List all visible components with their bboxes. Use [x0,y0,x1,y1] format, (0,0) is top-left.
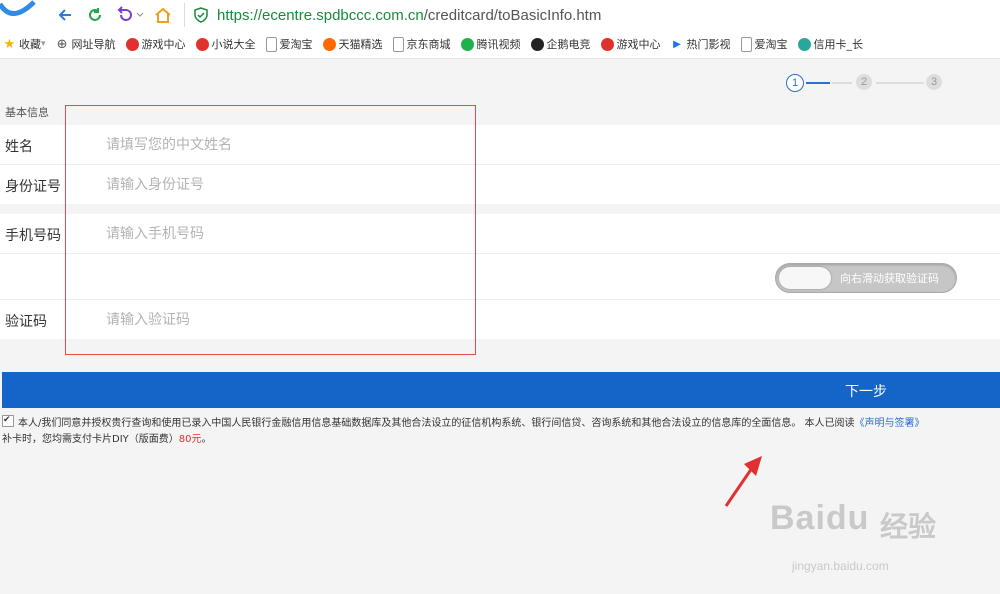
id-label: 身份证号 [5,179,61,195]
statement-link[interactable]: 《声明与签署》 [855,418,925,429]
phone-row: 手机号码 [0,214,1000,254]
agreement: 本人/我们同意并授权贵行查询和使用已录入中国人民银行金融信用信息基础数据库及其他… [2,412,1000,448]
refresh-icon [89,8,101,21]
watermark-brand: Baidu [770,499,870,537]
agreement-text: 本人/我们同意并授权贵行查询和使用已录入中国人民银行金融信用信息基础数据库及其他… [18,418,855,429]
crop-icon [797,37,811,51]
phone-label: 手机号码 [5,228,61,244]
fee-text: 补卡时，您均需支付卡片DIY（版面费） [2,434,179,445]
bookmark-label: 信用卡_长 [813,38,864,51]
name-row: 姓名 [0,125,1000,165]
game-icon [125,37,139,51]
baidu-watermark: Baidu 经验 jingyan.baidu.com [770,499,1000,594]
step-line [876,82,924,84]
bookmark-label: 爱淘宝 [754,38,788,51]
bookmark-label: 热门影视 [686,38,731,51]
refresh-button[interactable] [84,4,106,26]
bookmark-item[interactable]: ⊕ 网址导航 [56,36,116,52]
next-step-button[interactable]: 下一步 [2,372,1000,408]
watermark-url: jingyan.baidu.com [792,559,889,573]
gamepad-icon [600,37,614,51]
id-number-input[interactable] [100,175,472,195]
code-label: 验证码 [5,314,47,330]
bookmark-item[interactable]: 信用卡_长 [797,36,864,52]
step-line-active [806,82,830,84]
url-text: https://ecentre.spdbccc.com.cn/creditcar… [217,6,602,24]
bookmark-item[interactable]: 小说大全 [195,36,256,52]
watermark-brand-cn: 经验 [880,510,937,543]
bookmark-label: 企鹅电竞 [546,38,591,51]
address-bar[interactable]: https://ecentre.spdbccc.com.cn/creditcar… [184,3,1000,27]
browser-logo-icon [0,0,36,16]
bookmark-item[interactable]: 游戏中心 [125,36,186,52]
red-arrow-annotation-icon [724,456,762,507]
bookmark-item[interactable]: 京东商城 [392,36,451,52]
book-icon [195,37,209,51]
step-1: 1 [786,74,804,92]
bookmark-label: 京东商城 [406,38,451,51]
undo-button[interactable] [113,4,147,26]
tmall-icon [322,37,336,51]
bookmark-item[interactable]: 爱淘宝 [740,36,788,52]
slide-verify-button[interactable]: 向右滑动获取验证码 [775,263,957,293]
undo-icon [117,6,144,21]
phone-input[interactable] [100,224,472,244]
play-icon: ▶ [673,38,681,50]
verification-code-input[interactable] [100,310,472,330]
step-line [832,82,852,84]
agree-checkbox[interactable] [2,412,14,428]
id-row: 身份证号 [0,165,1000,204]
back-button[interactable] [54,4,76,26]
name-input[interactable] [100,135,472,155]
page-icon [265,36,277,52]
penguin-icon [530,37,544,51]
bookmark-label: 天猫精选 [338,38,383,51]
page-content: 1 2 3 基本信息 姓名 身份证号 手机号码 向右滑动获取验证码 验证码 下一… [0,59,1000,573]
code-row: 验证码 [0,300,1000,339]
slider-text: 向右滑动获取验证码 [840,272,939,285]
home-button[interactable] [152,4,174,26]
bookmark-label: 游戏中心 [141,38,186,51]
page-icon [740,36,752,52]
fee-suffix: 。 [201,434,212,445]
bookmarks-bar: ★ 收藏 ▾ ⊕ 网址导航 游戏中心 小说大全 爱淘宝 天猫精选 京东商城 腾讯视频 企鹅电竞 游戏中… [0,30,1000,59]
back-arrow-icon [58,9,71,21]
bookmark-label: 网址导航 [71,38,116,51]
bookmark-item[interactable]: 腾讯视频 [460,36,521,52]
bookmark-item[interactable]: ▶ 热门影视 [671,36,731,52]
bookmark-label: 腾讯视频 [476,38,521,51]
step-indicator: 1 2 3 [786,74,946,94]
bookmark-item[interactable]: ★ 收藏 ▾ [3,36,46,52]
bookmark-label: 爱淘宝 [279,38,313,51]
step-3: 3 [926,74,942,90]
globe-icon: ⊕ [56,36,68,52]
bookmark-item[interactable]: 游戏中心 [600,36,661,52]
slider-knob[interactable] [779,267,831,289]
page-icon [392,36,404,52]
video-icon [460,37,474,51]
home-icon [155,7,171,23]
bookmark-label: 收藏 [19,38,41,51]
bookmark-item[interactable]: 爱淘宝 [265,36,313,52]
browser-toolbar: https://ecentre.spdbccc.com.cn/creditcar… [0,0,1000,30]
star-icon: ★ [3,36,16,52]
chevron-down-icon[interactable]: ▾ [41,39,46,49]
bookmark-item[interactable]: 企鹅电竞 [530,36,591,52]
next-step-label: 下一步 [845,383,887,399]
name-label: 姓名 [5,139,33,155]
bookmark-label: 游戏中心 [616,38,661,51]
secure-shield-icon [194,7,208,23]
bookmark-item[interactable]: 天猫精选 [322,36,383,52]
fee-amount: 80元 [178,434,202,445]
bookmark-label: 小说大全 [211,38,256,51]
section-title: 基本信息 [5,106,49,119]
step-2: 2 [856,74,872,90]
